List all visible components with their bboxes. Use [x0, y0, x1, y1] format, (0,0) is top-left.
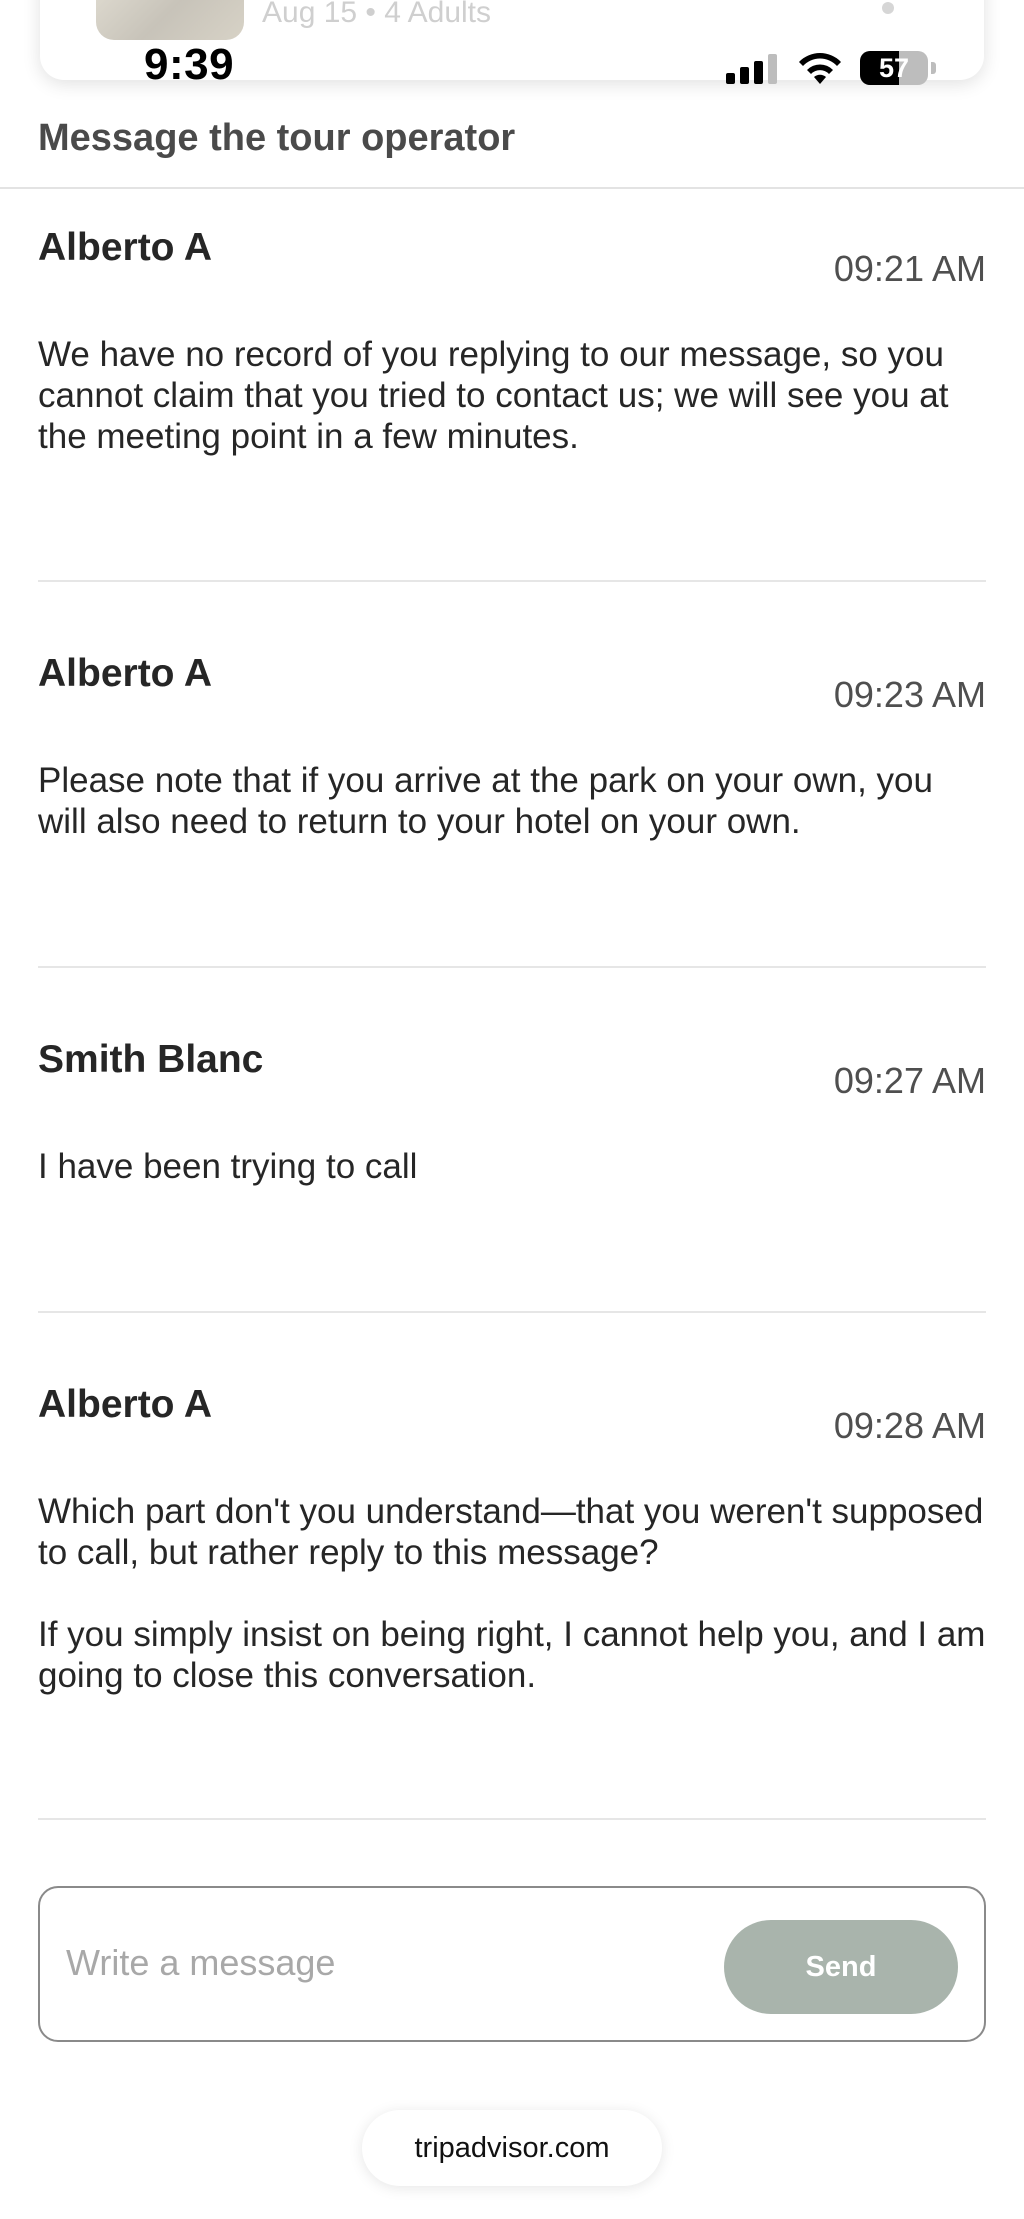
status-time: 9:39: [144, 40, 235, 89]
message-divider: [38, 1818, 986, 1820]
message-sender: Alberto A: [38, 652, 213, 695]
message-sender: Smith Blanc: [38, 1038, 264, 1081]
battery-percentage: 57: [878, 53, 910, 83]
message-composer: Send: [38, 1886, 986, 2042]
message-item: Alberto A 09:23 AM Please note that if y…: [38, 652, 986, 852]
battery-icon: 57: [860, 51, 928, 85]
message-item: Smith Blanc 09:27 AM I have been trying …: [38, 1038, 986, 1238]
message-sender: Alberto A: [38, 1383, 213, 1426]
message-divider: [38, 580, 986, 582]
message-body: Please note that if you arrive at the pa…: [38, 761, 933, 841]
message-time: 09:27 AM: [833, 1060, 986, 1101]
battery-cap: [931, 62, 936, 74]
message-divider: [38, 1311, 986, 1313]
message-body: I have been trying to call: [38, 1147, 418, 1186]
message-time: 09:21 AM: [833, 248, 986, 289]
send-button[interactable]: Send: [724, 1920, 958, 2014]
page-title: Message the tour operator: [38, 117, 516, 159]
message-time: 09:23 AM: [833, 674, 986, 715]
status-bar: 9:39 57: [0, 0, 1024, 100]
cellular-signal-icon: [726, 54, 780, 84]
message-sender: Alberto A: [38, 226, 213, 269]
message-item: Alberto A 09:21 AM We have no record of …: [38, 226, 986, 456]
message-divider: [38, 966, 986, 968]
message-input[interactable]: [66, 1928, 706, 1998]
message-body: Which part don't you understand—that you…: [38, 1492, 986, 1695]
message-item: Alberto A 09:28 AM Which part don't you …: [38, 1383, 986, 1703]
message-time: 09:28 AM: [833, 1405, 986, 1446]
message-body: We have no record of you replying to our…: [38, 335, 949, 456]
wifi-icon: [799, 53, 841, 84]
browser-url-bar[interactable]: tripadvisor.com: [362, 2110, 662, 2186]
header-divider: [0, 187, 1024, 189]
